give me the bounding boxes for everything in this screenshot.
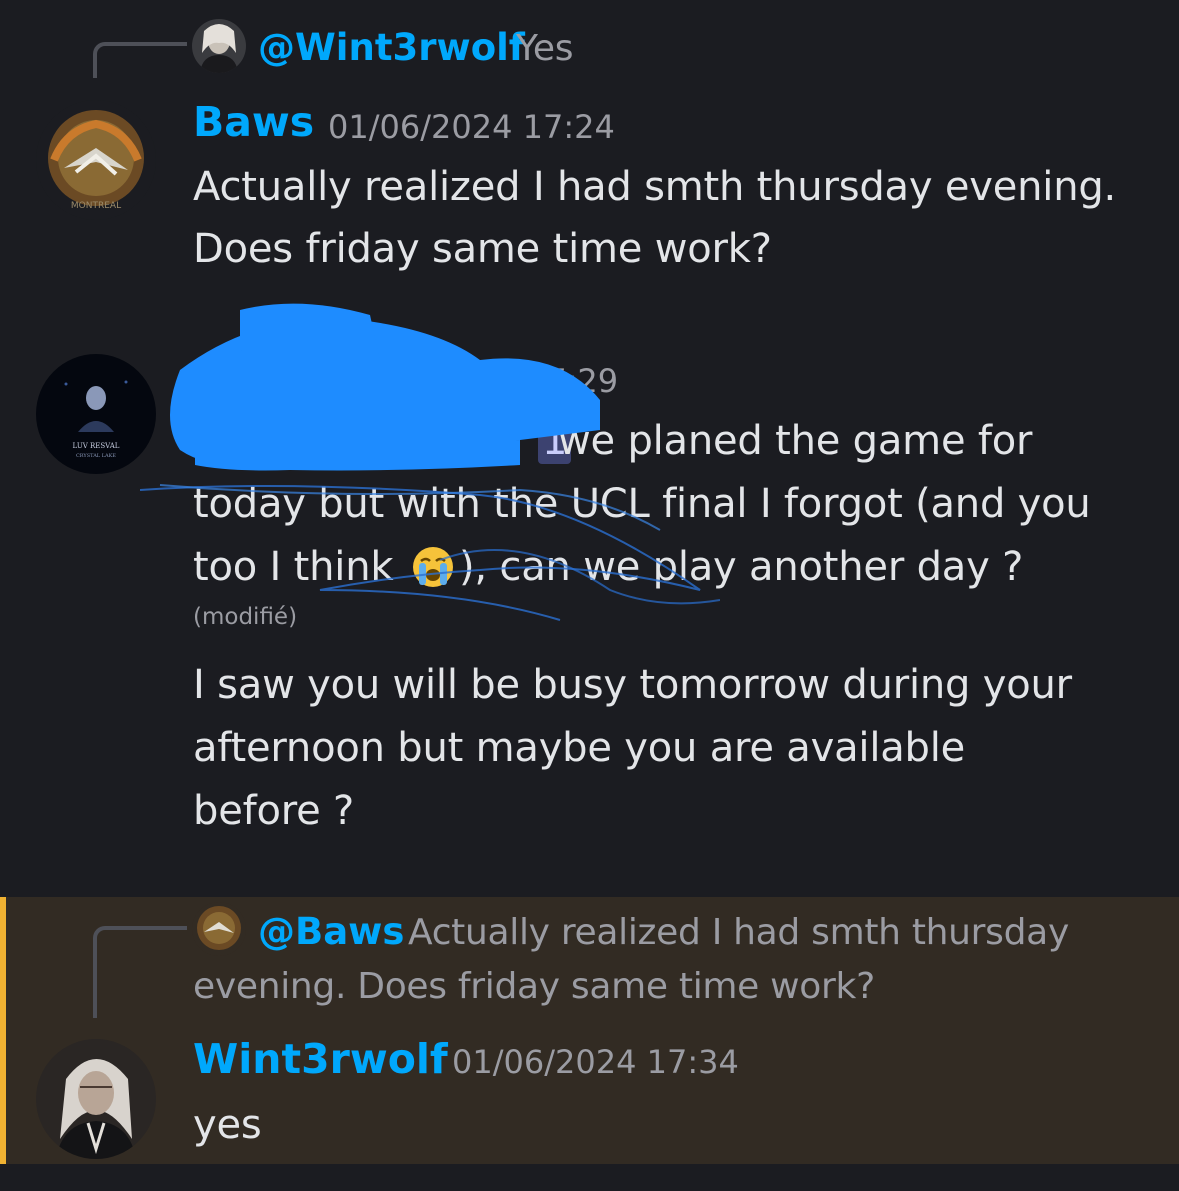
timestamp: 01/06/2024 17:34 xyxy=(452,1043,739,1081)
message-text-line: Actually realized I had smth thursday ev… xyxy=(193,164,1117,210)
redaction-scribble xyxy=(140,303,720,621)
author-wint3rwolf[interactable]: Wint3rwolf xyxy=(193,1035,448,1083)
message-text-line: before ? xyxy=(193,788,355,834)
avatar-redacted-user[interactable]: LUV RESVAL CRYSTAL LAKE xyxy=(36,354,156,474)
reply-mention[interactable]: @Wint3rwolf xyxy=(258,26,525,69)
reply-preview-text[interactable]: Yes xyxy=(516,28,574,69)
message-text-line: yes xyxy=(193,1102,262,1148)
avatar-wint3rwolf[interactable] xyxy=(36,1039,156,1159)
reply-connector xyxy=(93,42,187,78)
svg-text:MONTREAL: MONTREAL xyxy=(71,201,121,211)
reply-mention[interactable]: @Baws xyxy=(258,910,404,953)
svg-text:LUV RESVAL: LUV RESVAL xyxy=(73,442,120,450)
reply-avatar-wint3rwolf[interactable] xyxy=(192,19,246,73)
reply-preview-text[interactable]: evening. Does friday same time work? xyxy=(193,966,875,1007)
svg-text:CRYSTAL LAKE: CRYSTAL LAKE xyxy=(76,453,116,459)
timestamp: 01/06/2024 17:24 xyxy=(328,108,615,146)
message-text-line: Does friday same time work? xyxy=(193,226,772,272)
author-baws[interactable]: Baws xyxy=(193,98,314,146)
reply-connector xyxy=(93,926,187,1018)
mention-highlight-bar xyxy=(0,897,6,1164)
message-text-line: I saw you will be busy tomorrow during y… xyxy=(193,662,1072,708)
reply-avatar-baws[interactable] xyxy=(192,902,246,956)
avatar-baws[interactable]: MONTREAL xyxy=(36,100,156,220)
reply-preview-text[interactable]: Actually realized I had smth thursday xyxy=(408,912,1069,953)
message-text-line: afternoon but maybe you are available xyxy=(193,725,966,771)
